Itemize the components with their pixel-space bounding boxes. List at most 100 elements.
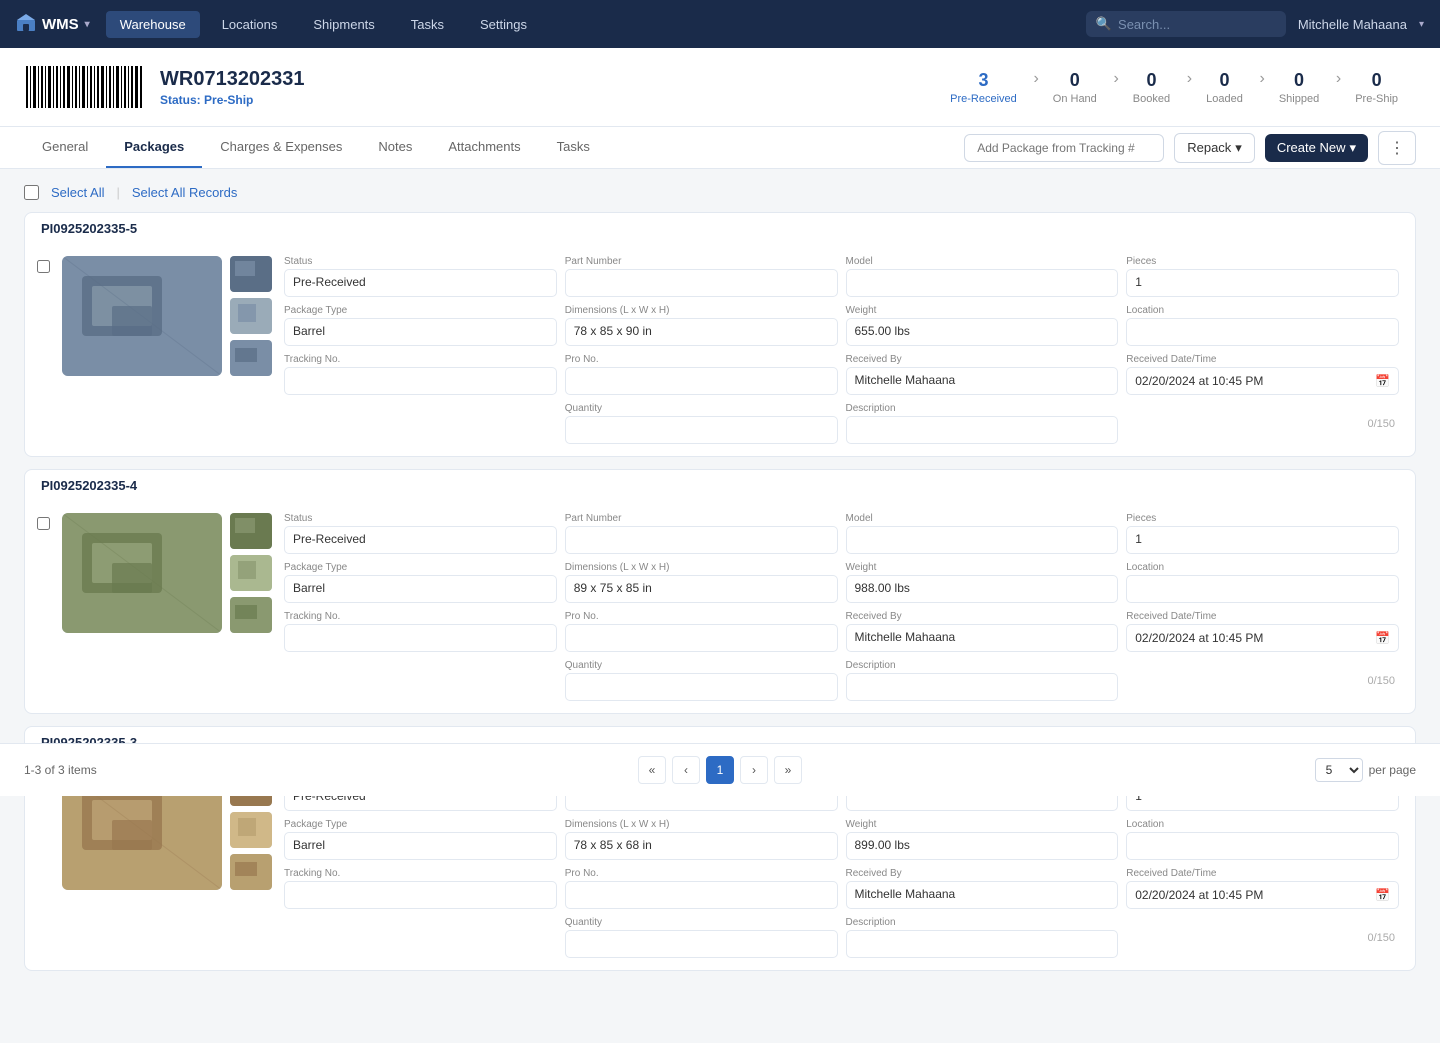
package-id-label: PI0925202335-4	[25, 470, 1415, 501]
field-status: Status Pre-Received	[284, 513, 557, 554]
field-pieces: Pieces 1	[1126, 256, 1399, 297]
page-1-button[interactable]: 1	[706, 756, 734, 784]
tab-general[interactable]: General	[24, 127, 106, 168]
separator: |	[116, 185, 119, 200]
calendar-icon[interactable]: 📅	[1375, 631, 1390, 645]
field-dimensions-value[interactable]: 89 x 75 x 85 in	[565, 575, 838, 603]
package-main-image	[62, 513, 222, 633]
package-thumb-3	[230, 854, 272, 890]
field-tracking-value[interactable]	[284, 624, 557, 652]
field-pro-value[interactable]	[565, 367, 838, 395]
field-pro-value[interactable]	[565, 881, 838, 909]
field-dimensions-label: Dimensions (L x W x H)	[565, 305, 838, 316]
field-quantity-label: Quantity	[565, 917, 838, 928]
stat-preship-label: Pre-Ship	[1355, 93, 1398, 105]
field-quantity-value[interactable]	[565, 673, 838, 701]
field-dimensions-label: Dimensions (L x W x H)	[565, 562, 838, 573]
stat-booked: 0 Booked	[1115, 70, 1188, 105]
field-location-label: Location	[1126, 562, 1399, 573]
barcode-image	[24, 62, 144, 112]
select-all-link[interactable]: Select All	[51, 185, 104, 200]
calendar-icon[interactable]: 📅	[1375, 374, 1390, 388]
create-new-button[interactable]: Create New ▾	[1265, 134, 1368, 162]
field-description-value[interactable]	[846, 930, 1119, 958]
calendar-icon[interactable]: 📅	[1375, 888, 1390, 902]
field-pieces-value[interactable]: 1	[1126, 526, 1399, 554]
nav-locations[interactable]: Locations	[208, 11, 292, 38]
repack-button[interactable]: Repack ▾	[1174, 133, 1255, 163]
field-description-value[interactable]	[846, 416, 1119, 444]
field-model-value[interactable]	[846, 269, 1119, 297]
field-tracking: Tracking No.	[284, 611, 557, 652]
select-all-checkbox[interactable]	[24, 185, 39, 200]
field-received-date: Received Date/Time 02/20/2024 at 10:45 P…	[1126, 611, 1399, 652]
field-part-number-value[interactable]	[565, 526, 838, 554]
search-box[interactable]: 🔍	[1086, 11, 1286, 37]
field-pieces-label: Pieces	[1126, 256, 1399, 267]
field-received-date-value[interactable]: 02/20/2024 at 10:45 PM 📅	[1126, 881, 1399, 909]
field-pieces-value[interactable]: 1	[1126, 269, 1399, 297]
field-quantity-value[interactable]	[565, 416, 838, 444]
field-pro-value[interactable]	[565, 624, 838, 652]
field-tracking-value[interactable]	[284, 367, 557, 395]
field-weight-value[interactable]: 655.00 lbs	[846, 318, 1119, 346]
nav-shipments[interactable]: Shipments	[299, 11, 388, 38]
field-location-value[interactable]	[1126, 832, 1399, 860]
package-checkbox[interactable]	[37, 260, 50, 273]
nav-settings[interactable]: Settings	[466, 11, 541, 38]
field-quantity-value[interactable]	[565, 930, 838, 958]
first-page-button[interactable]: «	[638, 756, 666, 784]
search-input[interactable]	[1118, 17, 1276, 32]
field-location-value[interactable]	[1126, 318, 1399, 346]
field-received-date-value[interactable]: 02/20/2024 at 10:45 PM 📅	[1126, 367, 1399, 395]
tab-packages[interactable]: Packages	[106, 127, 202, 168]
field-description-label: Description	[846, 660, 1119, 671]
field-received-by-value: Mitchelle Mahaana	[846, 367, 1119, 395]
field-received-date-value[interactable]: 02/20/2024 at 10:45 PM 📅	[1126, 624, 1399, 652]
navbar: WMS ▾ Warehouse Locations Shipments Task…	[0, 0, 1440, 48]
prev-page-button[interactable]: ‹	[672, 756, 700, 784]
last-page-button[interactable]: »	[774, 756, 802, 784]
per-page-control: 5 10 25 50 per page	[1315, 758, 1416, 782]
field-tracking-value[interactable]	[284, 881, 557, 909]
field-package-type-value[interactable]: Barrel	[284, 318, 557, 346]
field-model-value[interactable]	[846, 526, 1119, 554]
field-received-date-label: Received Date/Time	[1126, 868, 1399, 879]
package-checkbox[interactable]	[37, 517, 50, 530]
field-received-by-label: Received By	[846, 611, 1119, 622]
field-status-value: Pre-Received	[284, 526, 557, 554]
nav-warehouse[interactable]: Warehouse	[106, 11, 200, 38]
select-bar: Select All | Select All Records	[24, 185, 1416, 200]
per-page-select[interactable]: 5 10 25 50	[1315, 758, 1363, 782]
next-page-button[interactable]: ›	[740, 756, 768, 784]
field-pro: Pro No.	[565, 354, 838, 395]
more-options-button[interactable]: ⋮	[1378, 131, 1416, 165]
tab-notes[interactable]: Notes	[360, 127, 430, 168]
user-label[interactable]: Mitchelle Mahaana	[1298, 17, 1407, 32]
field-weight-value[interactable]: 988.00 lbs	[846, 575, 1119, 603]
add-package-input[interactable]	[964, 134, 1164, 162]
tab-tasks[interactable]: Tasks	[539, 127, 608, 168]
field-description-value[interactable]	[846, 673, 1119, 701]
field-location-value[interactable]	[1126, 575, 1399, 603]
tab-attachments[interactable]: Attachments	[430, 127, 538, 168]
field-package-type-value[interactable]: Barrel	[284, 832, 557, 860]
package-thumb-1	[230, 256, 272, 292]
select-all-records-link[interactable]: Select All Records	[132, 185, 238, 200]
field-part-number-value[interactable]	[565, 269, 838, 297]
field-char-count-group: 0/150	[1126, 917, 1399, 958]
field-dimensions-value[interactable]: 78 x 85 x 90 in	[565, 318, 838, 346]
field-received-date-label: Received Date/Time	[1126, 611, 1399, 622]
stat-pre-received-num: 3	[978, 70, 988, 91]
brand-logo[interactable]: WMS ▾	[16, 12, 90, 36]
field-weight: Weight 655.00 lbs	[846, 305, 1119, 346]
field-weight-value[interactable]: 899.00 lbs	[846, 832, 1119, 860]
field-description: Description	[846, 403, 1119, 444]
field-tracking-label: Tracking No.	[284, 868, 557, 879]
tab-charges[interactable]: Charges & Expenses	[202, 127, 360, 168]
nav-tasks[interactable]: Tasks	[397, 11, 458, 38]
package-card: PI0925202335-4	[24, 469, 1416, 714]
field-package-type-value[interactable]: Barrel	[284, 575, 557, 603]
field-dimensions-value[interactable]: 78 x 85 x 68 in	[565, 832, 838, 860]
field-dimensions: Dimensions (L x W x H) 78 x 85 x 90 in	[565, 305, 838, 346]
